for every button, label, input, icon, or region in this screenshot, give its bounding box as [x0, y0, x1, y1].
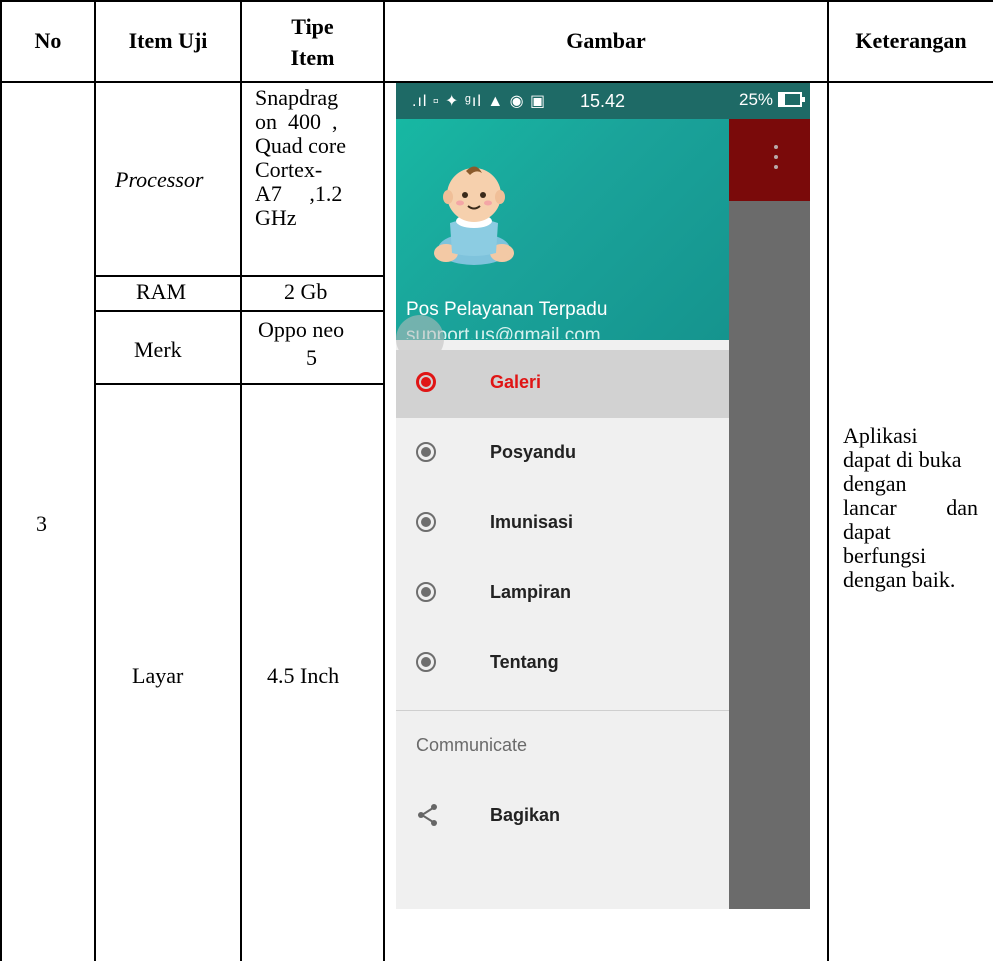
radio-icon: [416, 582, 436, 602]
menu-item-imunisasi[interactable]: Imunisasi: [396, 490, 729, 558]
keterangan-line7: dengan baik.: [843, 567, 956, 592]
type-processor-line5: A7 ,1.2: [255, 181, 343, 206]
radio-icon: [416, 372, 436, 392]
battery-fill: [780, 94, 786, 105]
type-merk-line2: 5: [306, 345, 317, 370]
table-border-left: [0, 0, 2, 961]
table-row-divider-1: [95, 275, 384, 277]
overflow-menu-icon[interactable]: [774, 145, 778, 173]
type-processor-line1: Snapdrag: [255, 85, 339, 110]
item-layar: Layar: [132, 663, 184, 688]
section-communicate: Communicate: [416, 735, 528, 755]
navigation-drawer: Pos Pelayanan Terpadu support.us@gmail.c…: [396, 83, 729, 909]
menu-item-tentang[interactable]: Tentang: [396, 630, 729, 698]
radio-icon: [416, 512, 436, 532]
menu-item-label: Lampiran: [490, 582, 572, 602]
type-ram: 2 Gb: [284, 279, 328, 304]
type-merk-line1: Oppo neo: [258, 317, 345, 342]
menu-item-label: Posyandu: [490, 442, 577, 462]
radio-icon: [416, 652, 436, 672]
drawer-header: Pos Pelayanan Terpadu support.us@gmail.c…: [396, 119, 729, 363]
battery-percent: 25%: [739, 90, 774, 109]
phone-screenshot: Pos Pelayanan Terpadu support.us@gmail.c…: [396, 83, 810, 909]
keterangan-line4: lancar dan: [843, 495, 978, 520]
share-icon: [418, 804, 437, 826]
table-border-top: [0, 0, 993, 2]
keterangan-line3: dengan: [843, 471, 907, 496]
menu-item-lampiran[interactable]: Lampiran: [396, 560, 729, 628]
type-processor-line6: GHz: [255, 205, 297, 230]
table-row-divider-2: [95, 310, 384, 312]
header-keterangan: Keterangan: [855, 28, 967, 53]
menu-item-label: Imunisasi: [490, 512, 574, 532]
table-col-divider-4: [827, 0, 829, 961]
menu-item-galeri[interactable]: Galeri: [396, 350, 729, 418]
item-processor: Processor: [115, 167, 204, 192]
menu-divider: [396, 710, 729, 711]
type-layar: 4.5 Inch: [267, 663, 340, 688]
header-no: No: [34, 28, 62, 53]
status-battery: 25%: [739, 90, 806, 110]
keterangan-line5: dapat: [843, 519, 891, 544]
table-row-divider-3: [95, 383, 384, 385]
drawer-app-name: Pos Pelayanan Terpadu: [406, 299, 608, 320]
item-merk: Merk: [134, 337, 182, 362]
menu-item-posyandu[interactable]: Posyandu: [396, 420, 729, 488]
status-icons: .ıl ▫ ✦ ᵍıl ▲ ◉ ▣: [412, 93, 547, 110]
type-processor-line4: Cortex-: [255, 157, 323, 182]
radio-icon: [416, 442, 436, 462]
row-number: 3: [36, 511, 47, 536]
header-gambar: Gambar: [566, 28, 646, 53]
menu-item-label: Galeri: [490, 372, 542, 392]
status-bar: .ıl ▫ ✦ ᵍıl ▲ ◉ ▣ 15.42 25%: [396, 83, 810, 119]
header-tipe-item-line2: Item: [290, 45, 335, 70]
type-processor-line2: on 400 ,: [255, 109, 338, 134]
keterangan-line2: dapat di buka: [843, 447, 962, 472]
battery-icon: [778, 92, 806, 107]
keterangan-line1: Aplikasi: [843, 423, 918, 448]
table-col-divider-2: [240, 0, 242, 961]
table-col-divider-3: [383, 0, 385, 961]
keterangan-line6: berfungsi: [843, 543, 927, 568]
menu-item-label: Bagikan: [490, 805, 561, 825]
header-item-uji: Item Uji: [128, 28, 208, 53]
type-processor-line3: Quad core: [255, 133, 347, 158]
app-toolbar: [729, 119, 810, 201]
baby-avatar-icon: [434, 166, 514, 265]
menu-item-bagikan[interactable]: Bagikan: [396, 783, 729, 851]
menu-item-label: Tentang: [490, 652, 559, 672]
header-tipe-item-line1: Tipe: [291, 14, 334, 39]
item-ram: RAM: [136, 279, 187, 304]
table-col-divider-1: [94, 0, 96, 961]
status-time: 15.42: [580, 91, 626, 111]
